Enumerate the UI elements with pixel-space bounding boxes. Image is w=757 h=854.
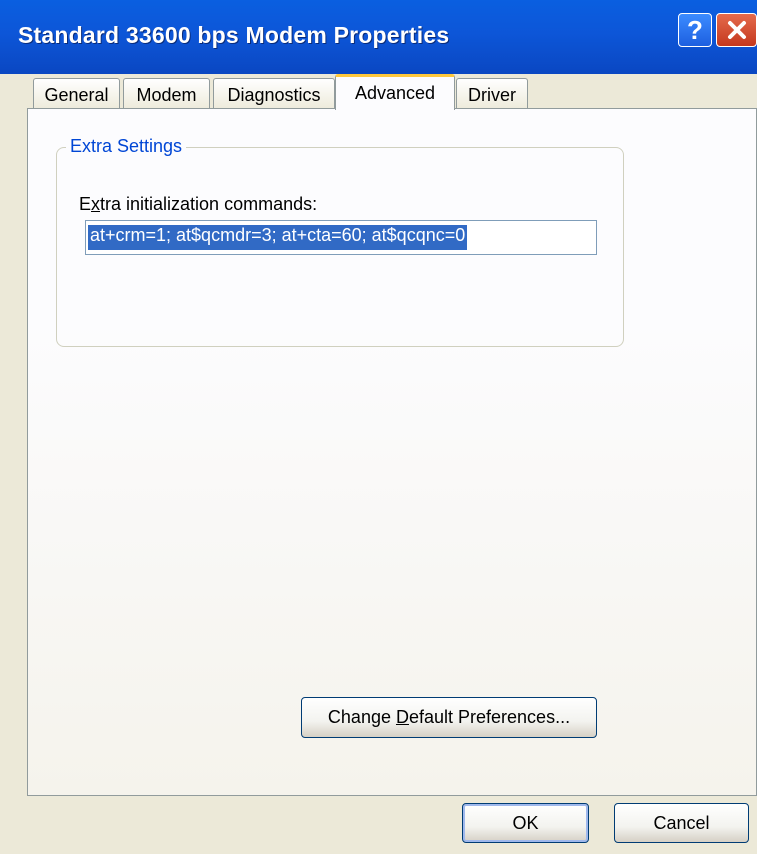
help-icon: ? xyxy=(687,14,703,45)
title-bar[interactable]: Standard 33600 bps Modem Properties ? xyxy=(0,0,757,74)
extra-init-commands-input[interactable]: at+crm=1; at$qcmdr=3; at+cta=60; at$qcqn… xyxy=(85,220,597,255)
modem-properties-dialog: Standard 33600 bps Modem Properties ? Ge… xyxy=(0,0,757,854)
advanced-tab-panel: Extra Settings Extra initialization comm… xyxy=(27,108,757,796)
tab-diagnostics[interactable]: Diagnostics xyxy=(213,78,335,111)
button-label: OK xyxy=(512,812,539,833)
tab-label: Diagnostics xyxy=(227,84,321,105)
help-button[interactable]: ? xyxy=(678,13,712,47)
tab-label: Driver xyxy=(468,84,516,105)
group-title: Extra Settings xyxy=(66,136,187,157)
cancel-button[interactable]: Cancel xyxy=(614,803,749,843)
extra-init-commands-label: Extra initialization commands: xyxy=(79,194,318,214)
tab-driver[interactable]: Driver xyxy=(456,78,528,111)
tab-advanced[interactable]: Advanced xyxy=(335,74,455,110)
button-label: Change Default Preferences... xyxy=(327,707,571,727)
tab-label: Modem xyxy=(136,84,197,105)
tab-label: General xyxy=(44,84,109,105)
change-default-preferences-button[interactable]: Change Default Preferences... xyxy=(301,697,597,738)
dialog-client-area: General Modem Diagnostics Advanced Drive… xyxy=(10,74,757,854)
close-button[interactable] xyxy=(716,13,757,47)
ok-button[interactable]: OK xyxy=(462,803,589,843)
selected-text: at+crm=1; at$qcmdr=3; at+cta=60; at$qcqn… xyxy=(88,225,468,250)
tab-label: Advanced xyxy=(354,83,436,103)
window-title: Standard 33600 bps Modem Properties xyxy=(18,22,450,48)
tab-modem[interactable]: Modem xyxy=(123,78,210,111)
close-icon xyxy=(727,21,746,39)
button-label: Cancel xyxy=(653,812,710,833)
tab-general[interactable]: General xyxy=(33,78,120,111)
